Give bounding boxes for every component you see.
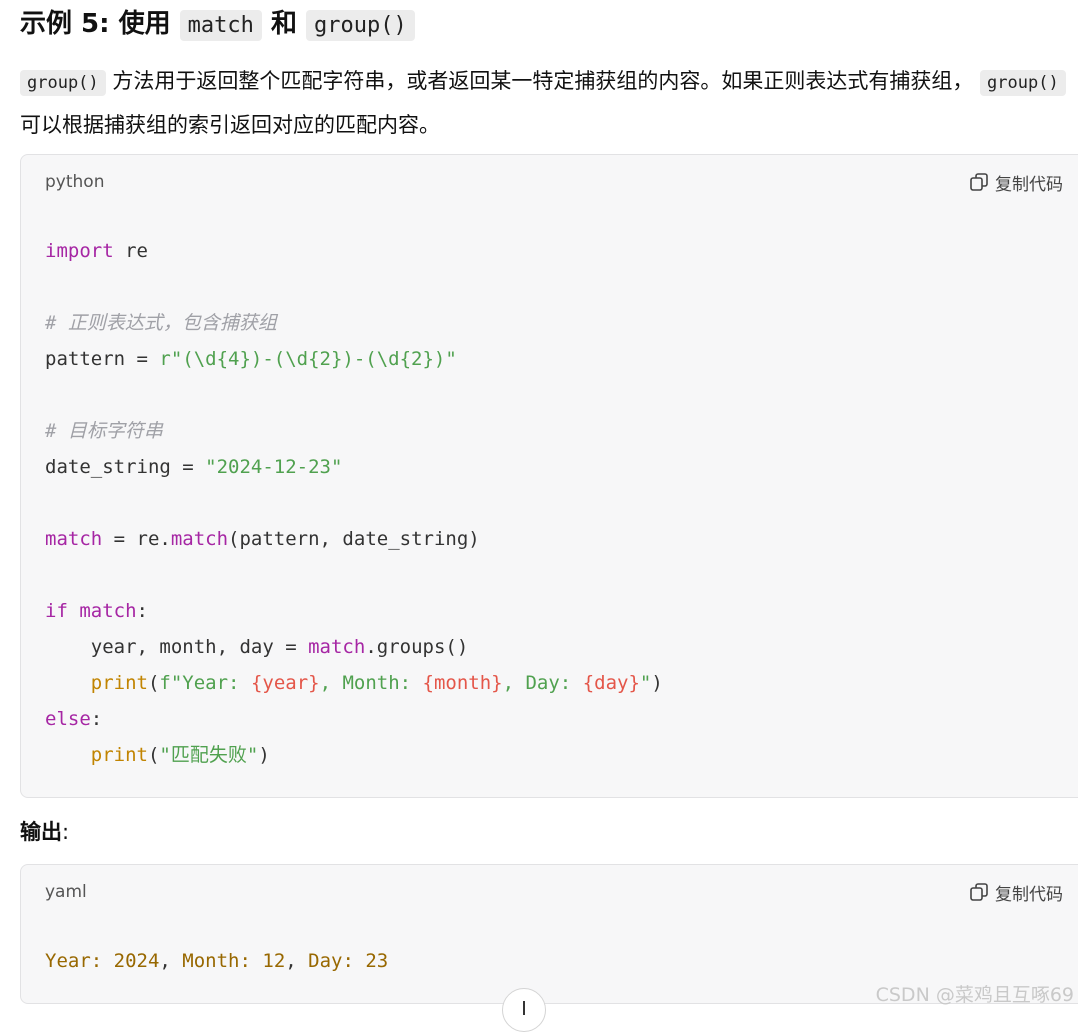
token-builtin: print (90, 672, 148, 694)
token-value: 23 (353, 950, 389, 972)
token-text: : (136, 600, 148, 622)
token-text: ( (147, 744, 160, 766)
token-substitution: {day} (582, 672, 640, 694)
copy-icon (970, 883, 988, 901)
csdn-watermark: CSDN @菜鸡且互啄69 (875, 984, 1074, 1006)
copy-code-button[interactable]: 复制代码 (969, 170, 1063, 195)
token-keyword: match (79, 600, 137, 622)
output-block-header: yaml 复制代码 (45, 879, 1073, 905)
token-substitution: {year} (250, 672, 320, 694)
token-string: , Month: (319, 672, 423, 694)
code-line: print(f"Year: {year}, Month: {month}, Da… (45, 665, 663, 701)
token-keyword: match (45, 528, 103, 550)
token-keyword: import (45, 240, 114, 262)
output-label: 输出 (20, 820, 62, 844)
output-colon: : (62, 820, 70, 844)
code-line: # 目标字符串 (45, 413, 663, 449)
code-line: else: (45, 701, 663, 737)
code-line: import re (45, 233, 663, 269)
token-text: re (113, 240, 148, 262)
token-string: f"Year: (159, 672, 251, 694)
scroll-down-button[interactable] (502, 988, 546, 1032)
output-heading: 输出: (20, 812, 69, 852)
description-paragraph: group() 方法用于返回整个匹配字符串，或者返回某一特定捕获组的内容。如果正… (20, 60, 1070, 146)
token-key: Year: (45, 950, 103, 972)
copy-output-button[interactable]: 复制代码 (969, 880, 1063, 905)
token-string: "匹配失败" (159, 744, 259, 766)
copy-code-label: 复制代码 (995, 174, 1063, 195)
python-code-block: python 复制代码 import re # 正则表达式，包含捕获组 patter… (20, 154, 1078, 798)
copy-output-label: 复制代码 (995, 884, 1063, 905)
token-substitution: {month} (422, 672, 503, 694)
token-string: , Day: (502, 672, 583, 694)
section-heading: 示例 5: 使用 match 和 group() (20, 2, 415, 48)
token-punct: , (285, 950, 297, 972)
token-key: Month: (170, 950, 251, 972)
code-line: # 正则表达式，包含捕获组 (45, 305, 663, 341)
desc-text-2: 可以根据捕获组的索引返回对应的匹配内容。 (20, 113, 440, 137)
token-builtin: print (90, 744, 148, 766)
token-value: 12 (250, 950, 286, 972)
token-keyword: else (45, 708, 91, 730)
token-string: r"(\d{4})-(\d{2})-(\d{2})" (159, 348, 457, 370)
code-line: date_string = "2024-12-23" (45, 449, 663, 485)
scroll-down-icon (523, 1001, 525, 1015)
code-language-label: python (45, 172, 105, 192)
token-keyword: match (308, 636, 366, 658)
token-string: " (639, 672, 652, 694)
code-line: if match: (45, 593, 663, 629)
heading-code-match: match (179, 10, 262, 41)
code-block-header: python 复制代码 (45, 169, 1073, 195)
output-language-label: yaml (45, 882, 87, 902)
token-string: "2024-12-23" (205, 456, 343, 478)
token-text: ) (651, 672, 663, 694)
token-comment: # 目标字符串 (45, 420, 163, 442)
token-text: year, month, day = (45, 636, 309, 658)
token-text: : (90, 708, 103, 730)
token-key: Day: (296, 950, 354, 972)
desc-code-group-2: group() (980, 70, 1066, 96)
token-text: ( (147, 672, 160, 694)
token-text: = re. (102, 528, 171, 550)
token-text: date_string = (45, 456, 206, 478)
token-text: pattern = (45, 348, 160, 370)
code-line: print("匹配失败") (45, 737, 663, 773)
code-line: pattern = r"(\d{4})-(\d{2})-(\d{2})" (45, 341, 663, 377)
code-line: Year: 2024, Month: 12, Day: 23 (45, 943, 388, 979)
heading-prefix: 示例 5: 使用 (20, 9, 171, 39)
token-text: (pattern, date_string) (228, 528, 480, 550)
token-comment: # 正则表达式，包含捕获组 (45, 312, 277, 334)
yaml-output-code: Year: 2024, Month: 12, Day: 23 (45, 943, 388, 979)
token-keyword: match (170, 528, 229, 550)
heading-code-group: group() (306, 10, 415, 41)
token-keyword: if (45, 600, 68, 622)
code-line: year, month, day = match.groups() (45, 629, 663, 665)
desc-text-1: 方法用于返回整个匹配字符串，或者返回某一特定捕获组的内容。如果正则表达式有捕获组… (112, 69, 974, 93)
heading-conjunction: 和 (270, 9, 297, 39)
token-text: ) (258, 744, 270, 766)
desc-code-group-1: group() (20, 70, 106, 96)
code-line: match = re.match(pattern, date_string) (45, 521, 663, 557)
copy-icon (970, 173, 988, 191)
token-value: 2024 (102, 950, 160, 972)
token-punct: , (159, 950, 171, 972)
python-code: import re # 正则表达式，包含捕获组 pattern = r"(\d{4}… (45, 233, 663, 773)
token-text: .groups() (365, 636, 469, 658)
